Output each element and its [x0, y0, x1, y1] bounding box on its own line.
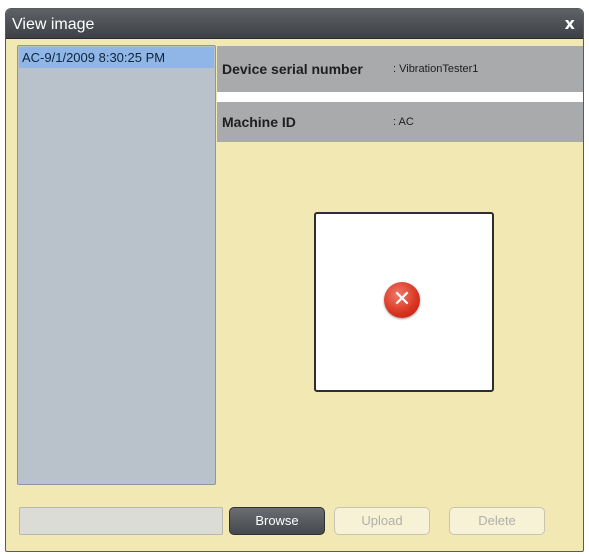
error-icon: ✕ [384, 282, 420, 318]
device-serial-value: : VibrationTester1 [393, 63, 479, 75]
image-list[interactable]: AC-9/1/2009 8:30:25 PM [17, 45, 216, 485]
title-bar[interactable]: View image x [6, 9, 583, 39]
file-path-input[interactable] [19, 507, 223, 535]
list-item[interactable]: AC-9/1/2009 8:30:25 PM [19, 47, 214, 68]
row-divider [217, 92, 583, 102]
image-preview: ✕ [314, 212, 494, 392]
machine-id-value: : AC [393, 116, 414, 128]
machine-id-label: Machine ID [222, 114, 296, 130]
browse-button[interactable]: Browse [229, 507, 325, 535]
delete-button[interactable]: Delete [449, 507, 545, 535]
upload-button[interactable]: Upload [334, 507, 430, 535]
device-serial-label: Device serial number [222, 61, 363, 77]
machine-id-row: Machine ID : AC [217, 102, 583, 142]
view-image-dialog: View image x AC-9/1/2009 8:30:25 PM Devi… [5, 8, 584, 552]
device-serial-row: Device serial number : VibrationTester1 [217, 46, 583, 92]
dialog-title: View image [12, 16, 95, 33]
close-icon[interactable]: x [565, 14, 575, 33]
